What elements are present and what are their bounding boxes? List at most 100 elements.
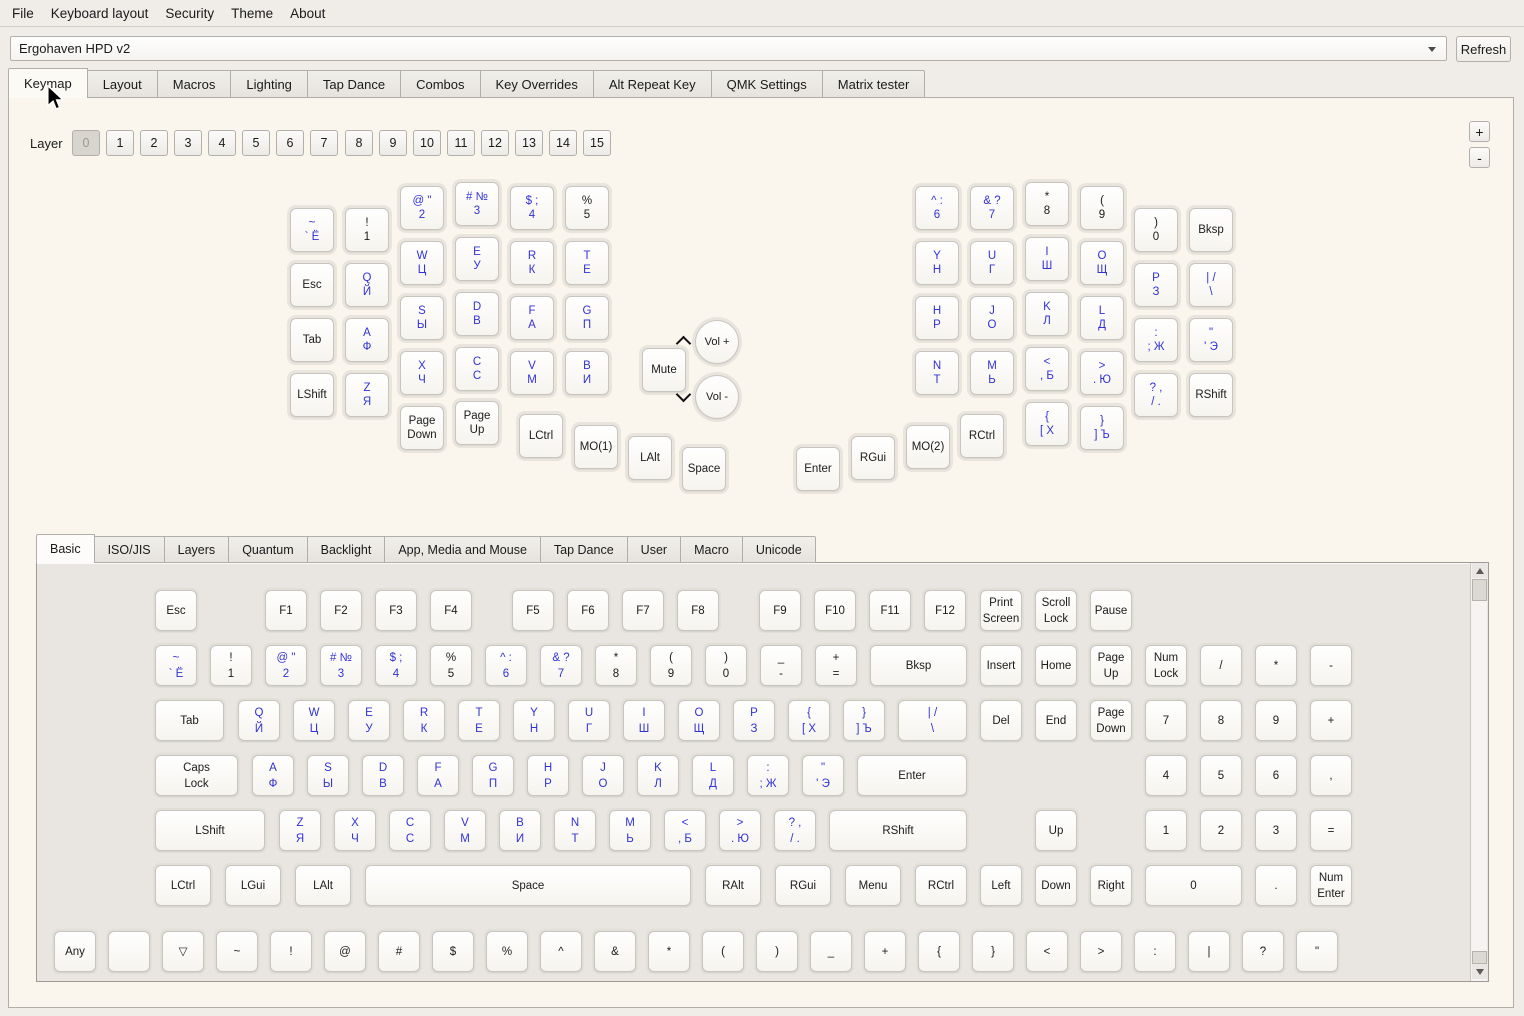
keymap-key-mo(2)[interactable]: MO(2) bbox=[903, 422, 953, 472]
picker-key-f4[interactable]: F4 bbox=[428, 588, 474, 633]
picker-key-n[interactable]: NТ bbox=[552, 808, 598, 853]
keymap-key-8[interactable]: *8 bbox=[1022, 179, 1072, 229]
picker-key-125[interactable]: > bbox=[1078, 929, 1124, 974]
tab-tap-dance[interactable]: Tap Dance bbox=[308, 70, 401, 98]
keymap-key-bksp[interactable]: Bksp bbox=[1186, 205, 1236, 255]
picker-key-129[interactable]: " bbox=[1294, 929, 1340, 974]
tab-key-overrides[interactable]: Key Overrides bbox=[481, 70, 594, 98]
scroll-down-button[interactable] bbox=[1472, 964, 1487, 979]
picker-key-f1[interactable]: F1 bbox=[263, 588, 309, 633]
picker-key-u[interactable]: UГ bbox=[566, 698, 612, 743]
picker-key-128[interactable]: ? bbox=[1240, 929, 1286, 974]
keymap-key-i[interactable]: IШ bbox=[1022, 234, 1072, 284]
keymap-key-48[interactable]: }] Ъ bbox=[1077, 403, 1127, 453]
keymap-key-r[interactable]: RК bbox=[507, 238, 557, 288]
layer-button-6[interactable]: 6 bbox=[276, 130, 304, 156]
keymap-key-b[interactable]: BИ bbox=[562, 348, 612, 398]
picker-key-r[interactable]: RК bbox=[401, 698, 447, 743]
picker-key-2[interactable]: @ "2 bbox=[263, 643, 309, 688]
picker-key-f5[interactable]: F5 bbox=[510, 588, 556, 633]
picker-key-122[interactable]: { bbox=[916, 929, 962, 974]
picker-key-print-screen[interactable]: PrintScreen bbox=[978, 588, 1024, 633]
refresh-button[interactable]: Refresh bbox=[1456, 36, 1511, 62]
picker-key-)[interactable]: ) bbox=[754, 929, 800, 974]
keymap-key-y[interactable]: YН bbox=[912, 238, 962, 288]
picker-key-f12[interactable]: F12 bbox=[922, 588, 968, 633]
picker-tab-basic[interactable]: Basic bbox=[36, 534, 95, 563]
picker-key-3[interactable]: # №3 bbox=[318, 643, 364, 688]
picker-key-tab[interactable]: Tab bbox=[153, 698, 226, 743]
keymap-key-lctrl[interactable]: LCtrl bbox=[516, 411, 566, 461]
picker-key-lctrl[interactable]: LCtrl bbox=[153, 863, 213, 908]
tab-macros[interactable]: Macros bbox=[158, 70, 232, 98]
picker-tab-iso-jis[interactable]: ISO/JIS bbox=[95, 536, 165, 563]
tab-qmk-settings[interactable]: QMK Settings bbox=[712, 70, 823, 98]
picker-key-120[interactable]: _ bbox=[808, 929, 854, 974]
keymap-key-n[interactable]: NТ bbox=[912, 348, 962, 398]
keymap-key-s[interactable]: SЫ bbox=[397, 293, 447, 343]
picker-key-116[interactable]: & bbox=[592, 929, 638, 974]
picker-key-lalt[interactable]: LAlt bbox=[293, 863, 353, 908]
picker-key-123[interactable]: } bbox=[970, 929, 1016, 974]
picker-key-k[interactable]: KЛ bbox=[635, 753, 681, 798]
scroll-thumb[interactable] bbox=[1472, 579, 1487, 601]
picker-key-up[interactable]: Up bbox=[1033, 808, 1079, 853]
picker-key-any[interactable]: Any bbox=[52, 929, 98, 974]
picker-key-4[interactable]: $ ;4 bbox=[373, 643, 419, 688]
picker-key-83[interactable]: <, Б bbox=[662, 808, 708, 853]
layer-button-2[interactable]: 2 bbox=[140, 130, 168, 156]
picker-key-68[interactable]: :; Ж bbox=[745, 753, 791, 798]
picker-key-34[interactable]: / bbox=[1198, 643, 1244, 688]
picker-key-84[interactable]: >. Ю bbox=[717, 808, 763, 853]
picker-tab-quantum[interactable]: Quantum bbox=[229, 536, 307, 563]
keymap-key-mo(1)[interactable]: MO(1) bbox=[571, 422, 621, 472]
picker-key-lgui[interactable]: LGui bbox=[223, 863, 283, 908]
keymap-key-e[interactable]: EУ bbox=[452, 234, 502, 284]
keymap-key-42[interactable]: <, Б bbox=[1022, 344, 1072, 394]
picker-key-1[interactable]: !1 bbox=[208, 643, 254, 688]
picker-tab-unicode[interactable]: Unicode bbox=[743, 536, 816, 563]
keymap-key-l[interactable]: LД bbox=[1077, 293, 1127, 343]
picker-tab-macro[interactable]: Macro bbox=[681, 536, 743, 563]
keymap-key-rshift[interactable]: RShift bbox=[1186, 370, 1236, 420]
picker-key-del[interactable]: Del bbox=[978, 698, 1024, 743]
picker-tab-user[interactable]: User bbox=[628, 536, 681, 563]
picker-key-+[interactable]: += bbox=[813, 643, 859, 688]
keymap-key-43[interactable]: {[ Х bbox=[1022, 399, 1072, 449]
layer-button-8[interactable]: 8 bbox=[345, 130, 373, 156]
picker-key-50[interactable]: | /\ bbox=[896, 698, 969, 743]
picker-key-insert[interactable]: Insert bbox=[978, 643, 1024, 688]
keymap-key-w[interactable]: WЦ bbox=[397, 238, 447, 288]
scroll-up-button[interactable] bbox=[1472, 563, 1487, 578]
keymap-key-t[interactable]: TЕ bbox=[562, 238, 612, 288]
keymap-key-p[interactable]: PЗ bbox=[1131, 260, 1181, 310]
picker-key-115[interactable]: ^ bbox=[538, 929, 584, 974]
keymap-key-c[interactable]: CС bbox=[452, 344, 502, 394]
picker-key-8[interactable]: *8 bbox=[593, 643, 639, 688]
picker-key-menu[interactable]: Menu bbox=[843, 863, 903, 908]
picker-key-v[interactable]: VМ bbox=[442, 808, 488, 853]
picker-key-f8[interactable]: F8 bbox=[675, 588, 721, 633]
picker-key-m[interactable]: MЬ bbox=[607, 808, 653, 853]
keymap-key-6[interactable]: ^ :6 bbox=[912, 183, 962, 233]
picker-key-num-enter[interactable]: NumEnter bbox=[1308, 863, 1354, 908]
picker-key-esc[interactable]: Esc bbox=[153, 588, 199, 633]
tab-lighting[interactable]: Lighting bbox=[231, 70, 308, 98]
picker-key-rgui[interactable]: RGui bbox=[773, 863, 833, 908]
picker-key-f10[interactable]: F10 bbox=[812, 588, 858, 633]
picker-scrollbar[interactable] bbox=[1470, 563, 1487, 981]
picker-key-c[interactable]: CС bbox=[387, 808, 433, 853]
picker-tab-app-media-and-mouse[interactable]: App, Media and Mouse bbox=[385, 536, 541, 563]
picker-key-117[interactable]: * bbox=[646, 929, 692, 974]
picker-key-107[interactable] bbox=[106, 929, 152, 974]
picker-key-z[interactable]: ZЯ bbox=[277, 808, 323, 853]
picker-key-+[interactable]: + bbox=[1308, 698, 1354, 743]
picker-key-109[interactable]: ~ bbox=[214, 929, 260, 974]
layer-button-15[interactable]: 15 bbox=[583, 130, 611, 156]
picker-key-w[interactable]: WЦ bbox=[291, 698, 337, 743]
picker-key-page-up[interactable]: PageUp bbox=[1088, 643, 1134, 688]
picker-key-+[interactable]: + bbox=[862, 929, 908, 974]
picker-key-7[interactable]: & ?7 bbox=[538, 643, 584, 688]
picker-key-5[interactable]: %5 bbox=[428, 643, 474, 688]
keymap-key-lshift[interactable]: LShift bbox=[287, 370, 337, 420]
